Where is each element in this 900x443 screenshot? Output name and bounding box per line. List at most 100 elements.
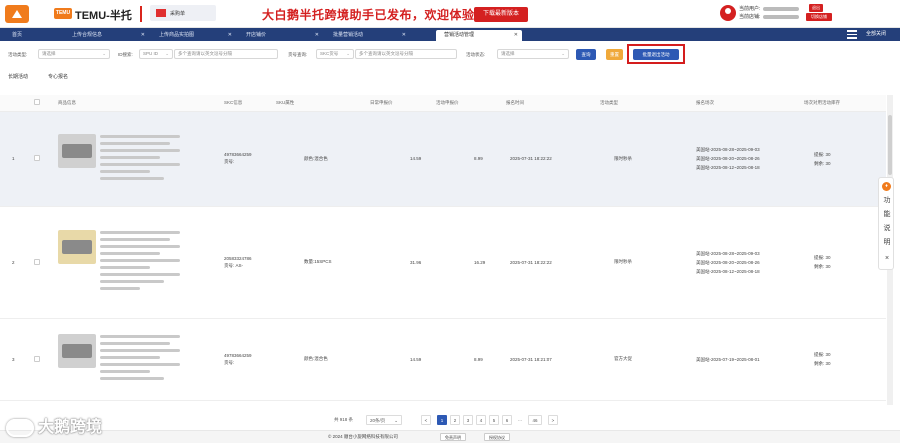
page-button[interactable]: 5 — [489, 415, 499, 425]
tab-upload-photos[interactable]: 上传商品实拍图 ✕ — [151, 30, 236, 41]
select-value: 请选择 — [501, 51, 515, 56]
subtab-long-term[interactable]: 长期活动 — [8, 73, 28, 80]
id-search-label: ID搜索: — [118, 52, 133, 57]
sku-search-input[interactable]: 多个查询请以英文逗号分隔 — [355, 49, 457, 59]
disclaimer-button[interactable]: 免责声明 — [440, 433, 466, 441]
session-item: 美国站-2025-07-19~2025-08-01 — [696, 356, 760, 362]
page-button[interactable]: 4 — [476, 415, 486, 425]
select-value: SKC货号 — [320, 51, 339, 56]
table-row[interactable]: 3 49783664259 货号: 颜色:混合色 14.59 8.99 2025-… — [0, 318, 886, 401]
daily-price: 14.59 — [370, 318, 436, 401]
col-daily-price: 日常申报价 — [370, 95, 436, 112]
sku-attr: 颜色:混合色 — [276, 318, 370, 401]
filter-bar: 活动类型: 请选择 ⌄ ID搜索: SPU ID ⌄ 多个查询请以英文逗号分隔 货号… — [0, 46, 900, 64]
user-info: 当前用户: 当前店铺: — [739, 5, 800, 21]
tab-shop-pricing[interactable]: 开店铺价 ✕ — [238, 30, 323, 41]
page-button[interactable]: 46 — [528, 415, 542, 425]
prev-page-button[interactable]: < — [421, 415, 431, 425]
activity-type-select[interactable]: 请选择 ⌄ — [38, 49, 110, 59]
tab-label: 上传商品实拍图 — [159, 32, 195, 38]
sku-attr: 数量:15SPCS — [276, 206, 370, 319]
session-item: 美国站-2025-08-28~2025-09-03 — [696, 147, 760, 152]
select-value: 请选择 — [42, 51, 56, 56]
page-size-select[interactable]: 20条/页 ⌄ — [366, 415, 402, 425]
row-checkbox[interactable] — [18, 206, 58, 319]
next-page-button[interactable]: > — [548, 415, 558, 425]
reset-button[interactable]: 重置 — [606, 49, 623, 60]
tab-upload-compliance[interactable]: 上传合规信息 ✕ — [64, 30, 149, 41]
status-label: 活动状态: — [466, 52, 486, 57]
id-search-input[interactable]: 多个查询请以英文逗号分隔 — [174, 49, 278, 59]
skc-code: 货号: — [224, 359, 235, 365]
skc-info: 49783664259 货号: — [224, 318, 276, 401]
product-title-redacted — [100, 134, 180, 184]
close-icon[interactable]: × — [882, 255, 892, 262]
copyright: © 2024 顺台小旋网络科技有限公司 — [328, 434, 398, 439]
close-icon[interactable]: ✕ — [141, 30, 145, 41]
feature-help-panel[interactable]: ♦ 功能说明 × — [878, 177, 894, 270]
stock-remaining: 剩余: 30 — [814, 160, 831, 166]
sku-type-select[interactable]: SKC货号 ⌄ — [316, 49, 354, 59]
col-index — [0, 95, 18, 112]
sessions: 美国站-2025-08-28~2025-09-03 美国站-2025-08-20~… — [696, 206, 804, 319]
input-placeholder: 多个查询请以英文逗号分隔 — [359, 51, 413, 56]
tab-label: 营销活动管理 — [444, 32, 475, 38]
sessions: 美国站-2025-08-28~2025-09-03 美国站-2025-08-20~… — [696, 111, 804, 207]
chevron-down-icon: ⌄ — [394, 418, 398, 423]
close-icon[interactable]: ✕ — [228, 30, 232, 41]
tab-label: 开店铺价 — [246, 32, 267, 38]
col-activity-price: 活动申报价 — [436, 95, 506, 112]
page-button[interactable]: 6 — [502, 415, 512, 425]
page-button[interactable]: 2 — [450, 415, 460, 425]
feature-help-label[interactable]: 功能说明 — [882, 194, 892, 250]
session-stock: 提报: 30 剩余: 30 — [804, 206, 886, 319]
chevron-down-icon: ⌄ — [561, 51, 565, 56]
tab-batch-marketing[interactable]: 批量营销活动 ✕ — [325, 30, 410, 41]
stock-remaining: 剩余: 30 — [814, 361, 831, 366]
logout-button[interactable]: 退出 — [809, 4, 823, 12]
chevron-down-icon: ⌄ — [165, 51, 169, 56]
id-type-select[interactable]: SPU ID ⌄ — [139, 49, 173, 59]
close-icon[interactable]: ✕ — [315, 30, 319, 41]
row-checkbox[interactable] — [18, 111, 58, 207]
license-button[interactable]: 授权协议 — [484, 433, 510, 441]
table-row[interactable]: 2 20583324786 货号: AS- 数量:15SPCS 31.96 16.… — [0, 206, 886, 319]
product-image — [58, 230, 96, 264]
download-latest-button[interactable]: 下载最新版本 — [474, 7, 528, 22]
skc-info: 20583324786 货号: AS- — [224, 206, 276, 319]
activity-price: 8.99 — [436, 111, 506, 207]
status-select[interactable]: 请选择 ⌄ — [497, 49, 569, 59]
tab-home[interactable]: 首页 — [4, 30, 62, 41]
total-count: 共 918 条 — [334, 417, 354, 422]
subtab-focused-signup[interactable]: 专心报名 — [48, 73, 68, 80]
close-icon[interactable]: ✕ — [402, 30, 406, 41]
page-button[interactable]: 1 — [437, 415, 447, 425]
table-header: 商品信息 SKC信息 SKU属性 日常申报价 活动申报价 报名时间 活动类型 报… — [0, 95, 886, 112]
table-row[interactable]: 1 49783664259 货号: 颜色:混合色 14.59 8.99 2025-… — [0, 111, 886, 207]
purchase-order-button[interactable]: 采购单 — [150, 5, 216, 21]
sub-tabs: 长期活动 专心报名 — [0, 70, 900, 82]
row-index: 3 — [0, 318, 18, 401]
page-button[interactable]: 3 — [463, 415, 473, 425]
help-icon[interactable]: ♦ — [882, 182, 891, 191]
chevron-down-icon: ⌄ — [102, 51, 106, 56]
menu-icon[interactable] — [847, 30, 857, 39]
row-checkbox[interactable] — [18, 318, 58, 401]
tab-label: 上传合规信息 — [72, 32, 103, 38]
query-button[interactable]: 查询 — [576, 49, 596, 60]
select-all-checkbox[interactable] — [18, 95, 58, 112]
switch-shop-button[interactable]: 切换店铺 — [806, 13, 832, 21]
close-icon[interactable]: ✕ — [514, 30, 518, 41]
session-item: 美国站-2025-08-12~2025-08-18 — [696, 268, 760, 274]
col-session-stock: 场次对用活动库存 — [804, 95, 886, 112]
watermark-text: 大鹅跨境 — [38, 419, 103, 436]
shop-name-redacted — [763, 14, 800, 19]
header-divider — [140, 6, 142, 22]
avatar[interactable] — [720, 5, 736, 21]
col-activity-type: 活动类型 — [600, 95, 696, 112]
watermark: 大鹅跨境 — [6, 413, 102, 437]
page-ellipsis[interactable]: ... — [515, 415, 525, 425]
session-stock: 提报: 30 剩余: 30 — [804, 318, 886, 401]
close-all-tabs-button[interactable]: 全部关闭 — [866, 30, 886, 39]
tab-marketing-management[interactable]: 营销活动管理 ✕ — [436, 30, 522, 41]
